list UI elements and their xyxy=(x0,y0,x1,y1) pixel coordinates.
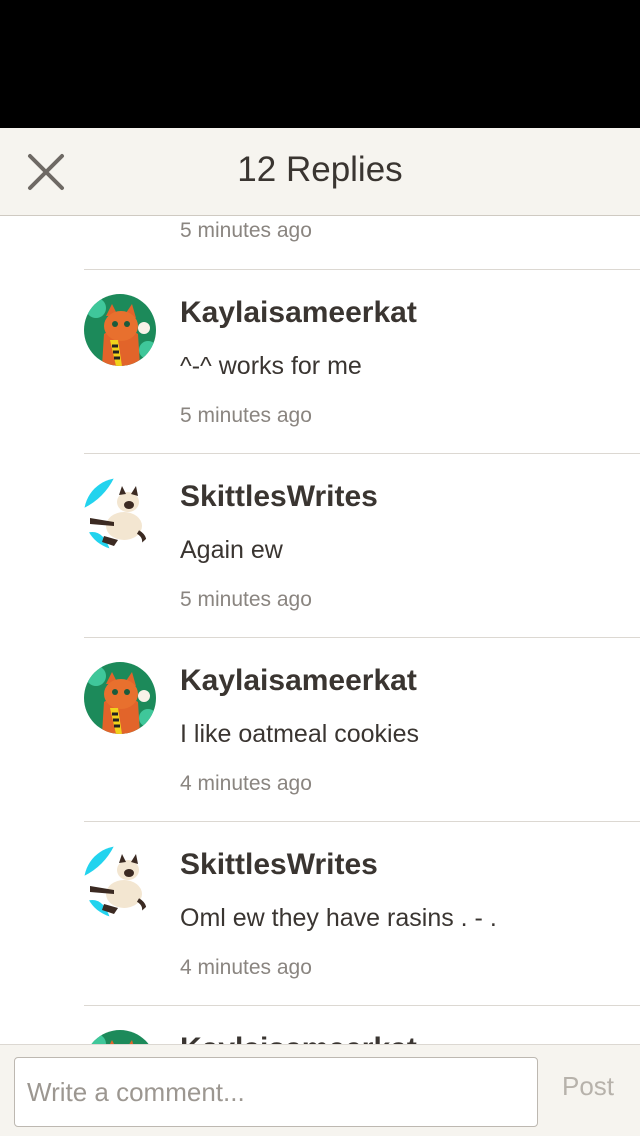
partial-comment-timestamp: 5 minutes ago xyxy=(180,219,312,242)
comment-item: SkittlesWrites Oml ew they have rasins .… xyxy=(0,822,640,1006)
comment-item: Kaylaisameerkat xyxy=(0,1006,640,1044)
comment-text: ^-^ works for me xyxy=(180,352,362,380)
header: 12 Replies xyxy=(0,128,640,216)
orange-cat-avatar-icon xyxy=(84,662,156,734)
comment-username[interactable]: Kaylaisameerkat xyxy=(180,664,417,698)
comment-timestamp: 5 minutes ago xyxy=(180,404,312,427)
comment-timestamp: 4 minutes ago xyxy=(180,956,312,979)
comment-text: I like oatmeal cookies xyxy=(180,720,420,748)
siamese-cat-avatar-icon xyxy=(84,478,156,550)
comment-input[interactable] xyxy=(14,1057,538,1127)
comment-text: Oml ew they have rasins . - . xyxy=(180,904,497,932)
comment-timestamp: 4 minutes ago xyxy=(180,772,312,795)
orange-cat-avatar-icon xyxy=(84,294,156,366)
post-button[interactable]: Post xyxy=(548,1071,628,1102)
avatar[interactable] xyxy=(84,662,156,734)
status-bar xyxy=(0,0,640,128)
comment-text: Again ew xyxy=(180,536,283,564)
comment-item: Kaylaisameerkat I like oatmeal cookies 4… xyxy=(0,638,640,822)
avatar[interactable] xyxy=(84,1030,156,1044)
comment-username[interactable]: SkittlesWrites xyxy=(180,848,378,882)
comment-username[interactable]: SkittlesWrites xyxy=(180,480,378,514)
page-title: 12 Replies xyxy=(237,150,403,189)
compose-bar: Post xyxy=(0,1044,640,1136)
comment-username[interactable]: Kaylaisameerkat xyxy=(180,296,417,330)
avatar[interactable] xyxy=(84,478,156,550)
comment-timestamp: 5 minutes ago xyxy=(180,588,312,611)
comment-item: Kaylaisameerkat ^-^ works for me 5 minut… xyxy=(0,270,640,454)
orange-cat-avatar-icon xyxy=(84,1030,156,1044)
comment-username[interactable]: Kaylaisameerkat xyxy=(180,1032,417,1044)
avatar[interactable] xyxy=(84,846,156,918)
avatar[interactable] xyxy=(84,294,156,366)
replies-list[interactable]: 5 minutes ago Kaylaisameerkat ^-^ works … xyxy=(0,217,640,1044)
siamese-cat-avatar-icon xyxy=(84,846,156,918)
comment-item: SkittlesWrites Again ew 5 minutes ago xyxy=(0,454,640,638)
